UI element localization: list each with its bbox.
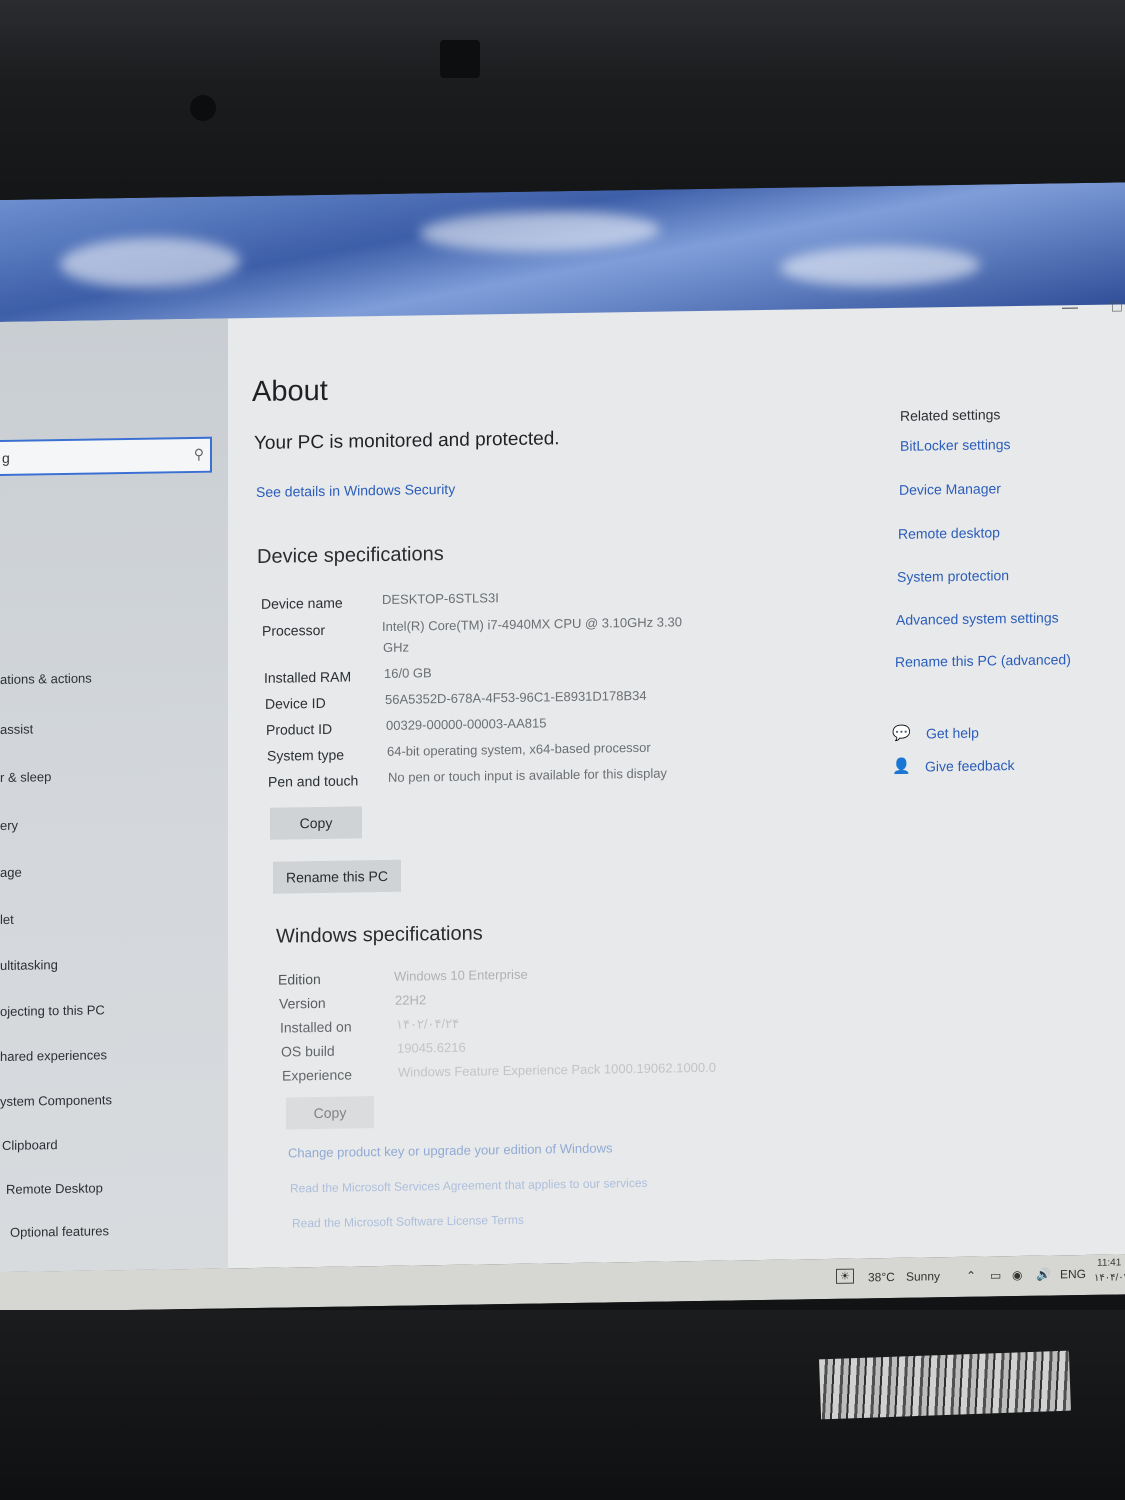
sidebar-item-remote-desktop[interactable]: Remote Desktop xyxy=(6,1180,103,1197)
system-type-label: System type xyxy=(267,746,345,764)
edition-label: Edition xyxy=(278,970,321,988)
sidebar: g ⚲ ations & actions assist r & sleep er… xyxy=(0,318,228,1272)
device-specs-heading: Device specifications xyxy=(257,543,444,568)
device-id-value: 56A5352D-678A-4F53-96C1-E8931D178B34 xyxy=(385,687,647,707)
product-id-value: 00329-00000-00003-AA815 xyxy=(386,715,547,733)
give-feedback-link[interactable]: Give feedback xyxy=(925,757,1015,774)
bitlocker-settings-link[interactable]: BitLocker settings xyxy=(900,436,1011,454)
copy-windows-specs-button[interactable]: Copy xyxy=(286,1096,374,1130)
device-name-label: Device name xyxy=(261,594,343,612)
webcam xyxy=(190,95,216,121)
laptop-bezel-top xyxy=(0,0,1125,210)
settings-window: — □ g ⚲ ations & actions assist r & slee… xyxy=(0,298,1125,1272)
search-input[interactable]: g ⚲ xyxy=(0,436,212,477)
os-build-label: OS build xyxy=(281,1042,335,1060)
feedback-icon: 👤 xyxy=(892,757,911,775)
weather-icon[interactable]: ☀ xyxy=(836,1268,854,1284)
product-id-label: Product ID xyxy=(266,720,333,738)
edition-value: Windows 10 Enterprise xyxy=(394,966,528,984)
search-input-value: g xyxy=(2,449,10,466)
system-protection-link[interactable]: System protection xyxy=(897,567,1009,585)
version-value: 22H2 xyxy=(395,992,427,1008)
bezel-notch xyxy=(440,40,480,78)
page-title: About xyxy=(252,374,328,409)
installed-on-label: Installed on xyxy=(280,1018,352,1036)
weather-temp[interactable]: 38°C xyxy=(868,1270,895,1284)
change-product-key-link[interactable]: Change product key or upgrade your editi… xyxy=(288,1140,612,1160)
about-panel: About Your PC is monitored and protected… xyxy=(228,304,1125,1268)
network-icon[interactable]: ◉ xyxy=(1012,1268,1022,1282)
sidebar-item-system-components[interactable]: ystem Components xyxy=(0,1092,112,1109)
clock-time[interactable]: 11:41 xyxy=(1097,1257,1121,1268)
sidebar-item-shared-experiences[interactable]: hared experiences xyxy=(0,1047,107,1064)
experience-value: Windows Feature Experience Pack 1000.190… xyxy=(398,1059,716,1080)
search-icon[interactable]: ⚲ xyxy=(194,446,204,463)
sidebar-item-tablet[interactable]: let xyxy=(0,912,14,927)
device-name-value: DESKTOP-6STLS3I xyxy=(382,590,499,607)
advanced-system-settings-link[interactable]: Advanced system settings xyxy=(896,609,1059,628)
version-label: Version xyxy=(279,994,326,1012)
processor-value: Intel(R) Core(TM) i7-4940MX CPU @ 3.10GH… xyxy=(382,614,683,634)
installed-on-value: ۱۴۰۲/۰۴/۲۴ xyxy=(396,1015,460,1032)
sidebar-item-optional-features[interactable]: Optional features xyxy=(10,1223,109,1240)
os-build-value: 19045.6216 xyxy=(397,1039,466,1056)
laptop-bezel-bottom xyxy=(0,1310,1125,1500)
weather-desc[interactable]: Sunny xyxy=(906,1269,940,1284)
volume-icon[interactable]: 🔊 xyxy=(1036,1267,1051,1281)
help-icon: 💬 xyxy=(892,724,911,742)
sidebar-item-notifications[interactable]: ations & actions xyxy=(0,671,92,687)
services-agreement-link[interactable]: Read the Microsoft Services Agreement th… xyxy=(290,1176,648,1196)
sidebar-item-multitasking[interactable]: ultitasking xyxy=(0,957,58,973)
language-indicator[interactable]: ENG xyxy=(1060,1267,1086,1281)
device-manager-link[interactable]: Device Manager xyxy=(899,480,1001,498)
processor-label: Processor xyxy=(262,621,326,639)
get-help-link[interactable]: Get help xyxy=(926,725,979,742)
rename-pc-button[interactable]: Rename this PC xyxy=(273,859,401,894)
remote-desktop-link[interactable]: Remote desktop xyxy=(898,524,1000,542)
windows-specs-heading: Windows specifications xyxy=(276,922,483,948)
sidebar-item-battery[interactable]: ery xyxy=(0,818,18,833)
sidebar-item-power-sleep[interactable]: r & sleep xyxy=(0,769,51,785)
bezel-sticker xyxy=(819,1350,1071,1420)
battery-icon[interactable]: ▭ xyxy=(990,1268,1001,1282)
sidebar-item-clipboard[interactable]: Clipboard xyxy=(2,1137,58,1153)
chevron-up-icon[interactable]: ⌃ xyxy=(966,1269,976,1283)
clock-date[interactable]: ۱۴۰۴/۰۴/۲۱ xyxy=(1094,1272,1125,1284)
protection-status: Your PC is monitored and protected. xyxy=(254,428,560,455)
sidebar-item-projecting[interactable]: ojecting to this PC xyxy=(0,1002,105,1019)
license-terms-link[interactable]: Read the Microsoft Software License Term… xyxy=(292,1213,524,1231)
rename-pc-advanced-link[interactable]: Rename this PC (advanced) xyxy=(895,651,1071,670)
processor-value-unit: GHz xyxy=(383,639,409,655)
system-type-value: 64-bit operating system, x64-based proce… xyxy=(387,739,651,759)
copy-device-specs-button[interactable]: Copy xyxy=(270,806,362,840)
ram-value: 16/0 GB xyxy=(384,665,432,681)
sidebar-item-storage[interactable]: age xyxy=(0,865,22,880)
pen-touch-label: Pen and touch xyxy=(268,772,359,790)
screen: — □ g ⚲ ations & actions assist r & slee… xyxy=(0,182,1125,1312)
sidebar-item-focus-assist[interactable]: assist xyxy=(0,721,33,737)
windows-security-link[interactable]: See details in Windows Security xyxy=(256,481,455,500)
pen-touch-value: No pen or touch input is available for t… xyxy=(388,765,667,785)
ram-label: Installed RAM xyxy=(264,668,352,686)
related-settings-title: Related settings xyxy=(900,406,1001,424)
experience-label: Experience xyxy=(282,1066,353,1084)
device-id-label: Device ID xyxy=(265,694,326,712)
